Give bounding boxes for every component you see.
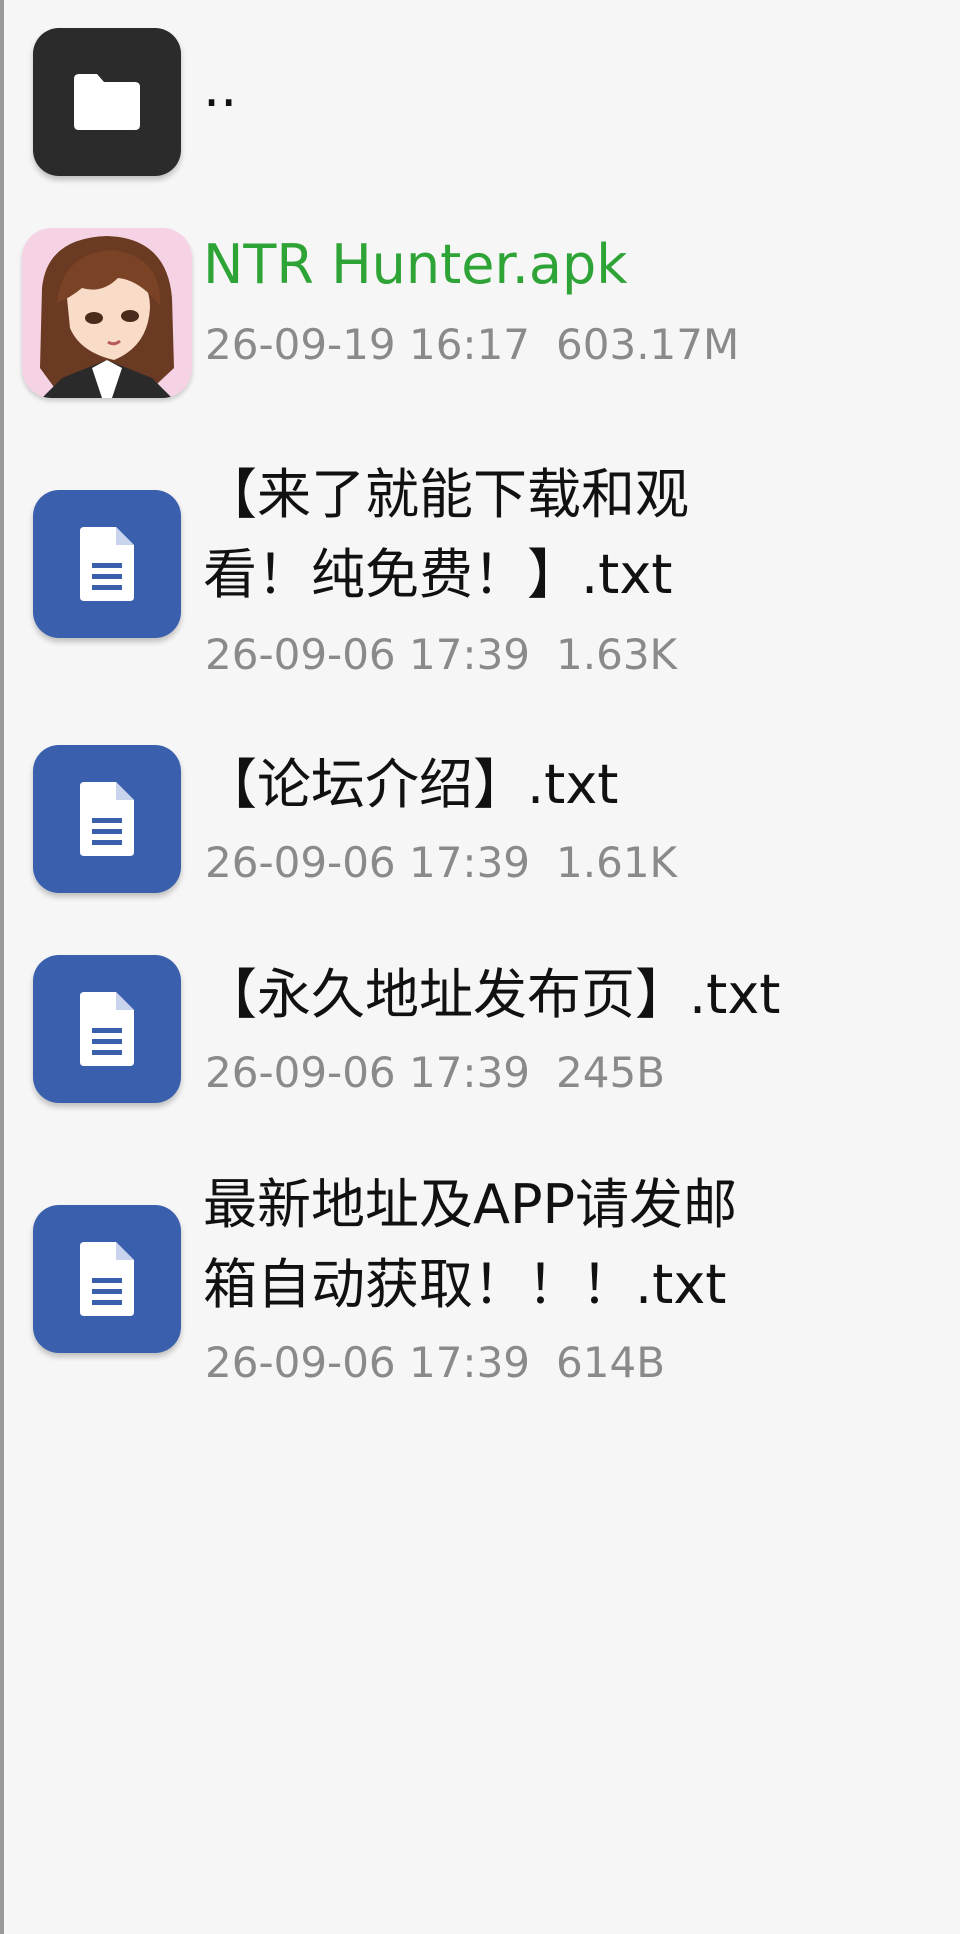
file-date: 26-09-19 16:17 — [205, 320, 531, 369]
app-avatar-icon — [22, 228, 192, 398]
file-row-txt[interactable]: 【永久地址发布页】.txt 26-09-06 17:39 245B — [0, 955, 960, 1115]
file-meta: 26-09-06 17:39 1.63K — [205, 625, 677, 685]
file-name: 【论坛介绍】.txt — [203, 753, 619, 816]
file-meta: 26-09-06 17:39 1.61K — [205, 833, 677, 893]
file-size: 614B — [556, 1338, 666, 1387]
file-row-txt[interactable]: 【来了就能下载和观 看！纯免费！】.txt 26-09-06 17:39 1.63… — [0, 455, 960, 695]
file-size: 1.61K — [556, 838, 678, 887]
file-name-line-1: 最新地址及APP请发邮 — [203, 1173, 738, 1236]
file-meta: 26-09-06 17:39 245B — [205, 1043, 665, 1103]
file-row-txt[interactable]: 【论坛介绍】.txt 26-09-06 17:39 1.61K — [0, 745, 960, 905]
file-name-line-2: 看！纯免费！】.txt — [203, 543, 673, 606]
file-name-line-1: 【来了就能下载和观 — [203, 463, 689, 526]
file-size: 1.63K — [556, 630, 678, 679]
folder-icon — [33, 28, 181, 176]
document-icon — [33, 490, 181, 638]
file-name-line-2: 箱自动获取！！！.txt — [203, 1253, 727, 1316]
file-meta: 26-09-06 17:39 614B — [205, 1333, 665, 1393]
parent-folder-row[interactable]: .. — [0, 20, 960, 180]
parent-folder-label: .. — [203, 56, 238, 119]
file-row-txt[interactable]: 最新地址及APP请发邮 箱自动获取！！！.txt 26-09-06 17:39 6… — [0, 1165, 960, 1405]
file-name: 【永久地址发布页】.txt — [203, 963, 781, 1026]
file-size: 245B — [556, 1048, 666, 1097]
file-date: 26-09-06 17:39 — [205, 838, 531, 887]
file-size: 603.17M — [556, 320, 740, 369]
document-icon — [33, 745, 181, 893]
file-date: 26-09-06 17:39 — [205, 1048, 531, 1097]
file-meta: 26-09-19 16:17 603.17M — [205, 315, 739, 375]
file-row-apk[interactable]: NTR Hunter.apk 26-09-19 16:17 603.17M — [0, 225, 960, 405]
document-icon — [33, 955, 181, 1103]
file-date: 26-09-06 17:39 — [205, 1338, 531, 1387]
document-icon — [33, 1205, 181, 1353]
file-name: NTR Hunter.apk — [203, 233, 628, 296]
file-date: 26-09-06 17:39 — [205, 630, 531, 679]
